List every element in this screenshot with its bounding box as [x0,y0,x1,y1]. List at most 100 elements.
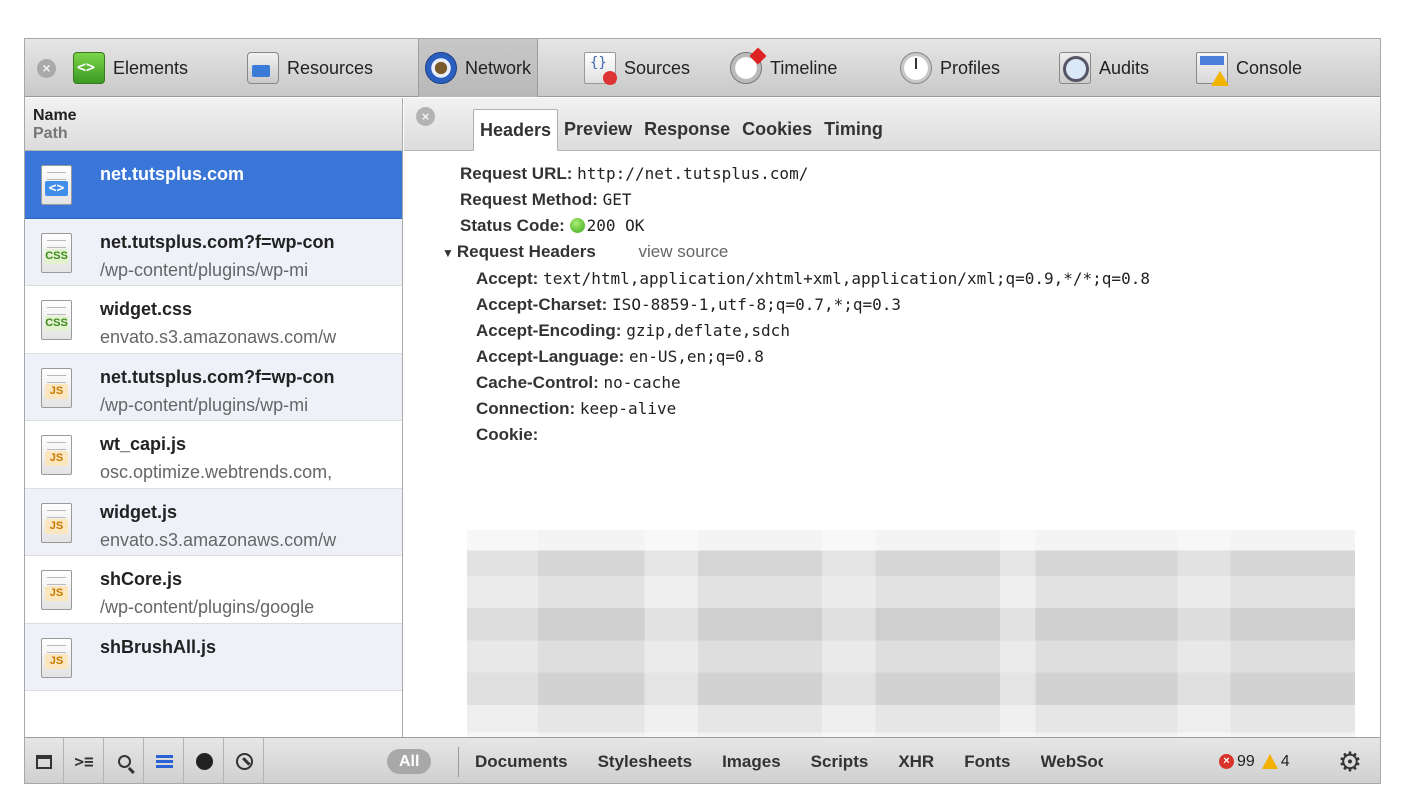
section-title: Request Headers [456,242,596,261]
request-list: <> net.tutsplus.com CSS net.tutsplus.com… [25,151,402,691]
panel-tab-sources[interactable]: Sources [578,48,696,88]
header-value: 200 OK [586,216,645,235]
filter-documents[interactable]: Documents [475,752,568,772]
header-value: no-cache [603,373,681,392]
css-file-icon: CSS [41,300,72,340]
request-method-line: Request Method: GET [460,187,1372,213]
header-value: http://net.tutsplus.com/ [577,164,809,183]
request-row[interactable]: JS net.tutsplus.com?f=wp-con /wp-content… [25,353,402,421]
js-file-icon: JS [41,637,72,678]
css-file-icon: CSS [41,232,72,273]
panel-tab-console[interactable]: Console [1190,48,1308,88]
header-line: Cache-Control: no-cache [476,370,1372,396]
request-name: net.tutsplus.com?f=wp-con [100,231,335,252]
request-list-header[interactable]: Name Path [25,98,402,151]
clear-button[interactable] [225,738,264,783]
dock-toggle-button[interactable] [25,738,64,783]
request-row[interactable]: JS widget.js envato.s3.amazonaws.com/w [25,488,402,556]
filter-all-button[interactable]: All [387,749,432,774]
panel-tab-timeline[interactable]: Timeline [724,48,843,88]
header-value: text/html,application/xhtml+xml,applicat… [543,269,1150,288]
panel-tab-elements[interactable]: Elements [67,48,194,88]
path-column-header[interactable]: Path [33,125,402,143]
audits-icon [1059,52,1091,84]
large-rows-toggle[interactable] [145,738,184,783]
request-path: envato.s3.amazonaws.com/w [100,529,337,550]
warning-count: 4 [1280,752,1290,770]
tab-headers[interactable]: Headers [473,109,559,151]
header-key: Accept: [476,269,539,288]
request-row[interactable]: JS wt_capi.js osc.optimize.webtrends.com… [25,421,402,489]
panel-tab-label: Elements [113,57,189,78]
list-icon [155,755,173,768]
header-line: Connection: keep-alive [476,396,1372,422]
clear-icon [235,753,253,770]
header-key: Connection: [476,399,576,418]
filter-images[interactable]: Images [722,752,781,772]
warning-icon [1261,754,1278,769]
filter-fonts[interactable]: Fonts [964,752,1010,772]
request-name: widget.js [100,501,178,522]
view-source-link[interactable]: view source [639,242,729,261]
js-file-icon: JS [41,502,72,543]
panel-tab-label: Timeline [770,57,838,78]
request-row[interactable]: CSS widget.css envato.s3.amazonaws.com/w [25,286,402,354]
devtools-window: × Elements Resources Network Sources Tim… [24,38,1381,784]
record-button[interactable] [185,738,224,783]
filter-stylesheets[interactable]: Stylesheets [598,752,693,772]
header-key: Request URL: [460,164,573,183]
request-path: /wp-content/plugins/wp-mi [100,394,309,415]
request-name: net.tutsplus.com [100,164,245,184]
header-key: Cache-Control: [476,373,599,392]
panel-tab-network[interactable]: Network [418,39,539,97]
console-counters[interactable]: × 99 4 [1219,738,1290,783]
panel-tab-profiles[interactable]: Profiles [894,48,1006,88]
devtools-toolbar: × Elements Resources Network Sources Tim… [25,39,1380,97]
filter-xhr[interactable]: XHR [898,752,934,772]
panel-tab-label: Audits [1099,57,1150,78]
close-devtools-button[interactable]: × [37,59,56,78]
tab-preview[interactable]: Preview [558,109,638,151]
search-button[interactable] [105,738,144,783]
header-line: Accept: text/html,application/xhtml+xml,… [460,266,1322,292]
detail-tabbar: × Headers Preview Response Cookies Timin… [404,98,1380,151]
name-column-header[interactable]: Name [33,107,402,125]
header-value: keep-alive [579,399,677,418]
header-key: Accept-Language: [476,347,625,366]
request-row[interactable]: JS shCore.js /wp-content/plugins/google [25,556,402,624]
tab-response[interactable]: Response [638,109,736,151]
tab-timing[interactable]: Timing [818,109,889,151]
request-name: shCore.js [100,569,183,589]
header-key: Accept-Charset: [476,295,608,314]
status-ok-icon [569,218,585,233]
header-line: Accept-Language: en-US,en;q=0.8 [476,344,1372,370]
panel-tab-audits[interactable]: Audits [1053,48,1155,88]
timeline-icon [730,52,762,84]
filter-scripts[interactable]: Scripts [811,752,869,772]
status-code-line: Status Code: 200 OK [460,213,1372,239]
request-name: net.tutsplus.com?f=wp-con [100,366,335,387]
console-drawer-icon: >≡ [74,752,94,771]
request-path: /wp-content/plugins/google [100,597,315,617]
tab-cookies[interactable]: Cookies [736,109,818,151]
request-row[interactable]: <> net.tutsplus.com [25,151,402,219]
close-detail-button[interactable]: × [416,107,435,126]
request-list-pane: Name Path <> net.tutsplus.com CSS net.tu… [25,98,403,737]
settings-gear-icon[interactable]: ⚙ [1336,748,1364,776]
show-console-button[interactable]: >≡ [65,738,104,783]
panel-tab-resources[interactable]: Resources [241,48,379,88]
header-line: Accept-Charset: ISO-8859-1,utf-8;q=0.7,*… [476,292,1372,318]
filter-websockets[interactable]: WebSoc [1041,752,1103,772]
header-key: Status Code: [460,216,565,235]
request-headers-section[interactable]: ▼ Request Headers view source [442,239,1372,266]
panel-tab-label: Console [1236,57,1303,78]
js-file-icon: JS [41,435,72,475]
error-count: 99 [1237,752,1255,770]
request-row[interactable]: CSS net.tutsplus.com?f=wp-con /wp-conten… [25,218,402,286]
header-value: en-US,en;q=0.8 [629,347,764,366]
header-line: Cookie: [476,422,1372,448]
request-row[interactable]: JS shBrushAll.js [25,623,402,691]
disclosure-triangle-icon[interactable]: ▼ [442,246,454,260]
filter-divider [458,747,459,777]
request-path: osc.optimize.webtrends.com, [100,462,333,482]
